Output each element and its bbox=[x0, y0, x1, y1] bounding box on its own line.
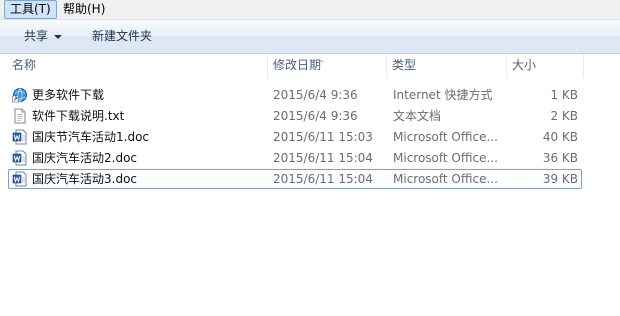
file-name: 软件下载说明.txt bbox=[32, 109, 125, 123]
file-date: 2015/6/11 15:04 bbox=[273, 151, 373, 165]
share-button[interactable]: 共享 bbox=[20, 26, 66, 46]
menu-bar: 工具(T) 帮助(H) bbox=[0, 0, 620, 20]
file-row[interactable]: 国庆汽车活动2.doc 2015/6/11 15:04 Microsoft Of… bbox=[8, 148, 582, 168]
file-size: 36 KB bbox=[542, 151, 578, 165]
file-row-selected[interactable]: 国庆汽车活动3.doc 2015/6/11 15:04 Microsoft Of… bbox=[8, 169, 582, 189]
column-header-row: 名称 ^ 修改日期 类型 大小 bbox=[0, 54, 620, 78]
column-header-type[interactable]: 类型 bbox=[387, 54, 506, 78]
file-name: 国庆汽车活动3.doc bbox=[32, 172, 138, 186]
new-folder-button[interactable]: 新建文件夹 bbox=[88, 26, 156, 46]
menu-tools[interactable]: 工具(T) bbox=[4, 0, 57, 19]
file-row[interactable]: 软件下载说明.txt 2015/6/4 9:36 文本文档 2 KB bbox=[8, 106, 582, 126]
file-name: 国庆汽车活动2.doc bbox=[32, 151, 138, 165]
menu-help[interactable]: 帮助(H) bbox=[58, 1, 110, 18]
file-date: 2015/6/11 15:04 bbox=[273, 172, 373, 186]
chevron-down-icon bbox=[54, 34, 63, 39]
column-header-name[interactable]: 名称 bbox=[7, 54, 267, 78]
file-size: 2 KB bbox=[550, 109, 578, 123]
file-type: Microsoft Office... bbox=[393, 130, 498, 144]
column-header-date[interactable]: ^ 修改日期 bbox=[268, 54, 386, 78]
internet-shortcut-icon bbox=[12, 88, 27, 103]
file-size: 1 KB bbox=[550, 88, 578, 102]
file-size: 39 KB bbox=[542, 172, 578, 186]
word-document-icon bbox=[12, 171, 27, 187]
word-document-icon bbox=[12, 150, 27, 166]
column-divider[interactable] bbox=[583, 54, 584, 78]
file-type: 文本文档 bbox=[393, 109, 442, 123]
file-date: 2015/6/4 9:36 bbox=[273, 88, 358, 102]
text-document-icon bbox=[14, 108, 26, 124]
file-type: Microsoft Office... bbox=[393, 151, 498, 165]
file-name: 国庆节汽车活动1.doc bbox=[32, 130, 150, 144]
file-row[interactable]: 更多软件下载 2015/6/4 9:36 Internet 快捷方式 1 KB bbox=[8, 85, 582, 105]
column-header-size[interactable]: 大小 bbox=[507, 54, 583, 78]
file-name: 更多软件下载 bbox=[32, 88, 105, 102]
file-type: Internet 快捷方式 bbox=[393, 88, 493, 102]
column-header-date-label: 修改日期 bbox=[273, 58, 322, 72]
file-date: 2015/6/11 15:03 bbox=[273, 130, 373, 144]
word-document-icon bbox=[12, 129, 27, 145]
sort-ascending-icon: ^ bbox=[318, 59, 325, 68]
file-type: Microsoft Office... bbox=[393, 172, 498, 186]
file-row[interactable]: 国庆节汽车活动1.doc 2015/6/11 15:03 Microsoft O… bbox=[8, 127, 582, 147]
file-date: 2015/6/4 9:36 bbox=[273, 109, 358, 123]
share-button-label: 共享 bbox=[24, 29, 49, 43]
command-toolbar: 共享 新建文件夹 bbox=[0, 20, 620, 54]
file-size: 40 KB bbox=[542, 130, 578, 144]
